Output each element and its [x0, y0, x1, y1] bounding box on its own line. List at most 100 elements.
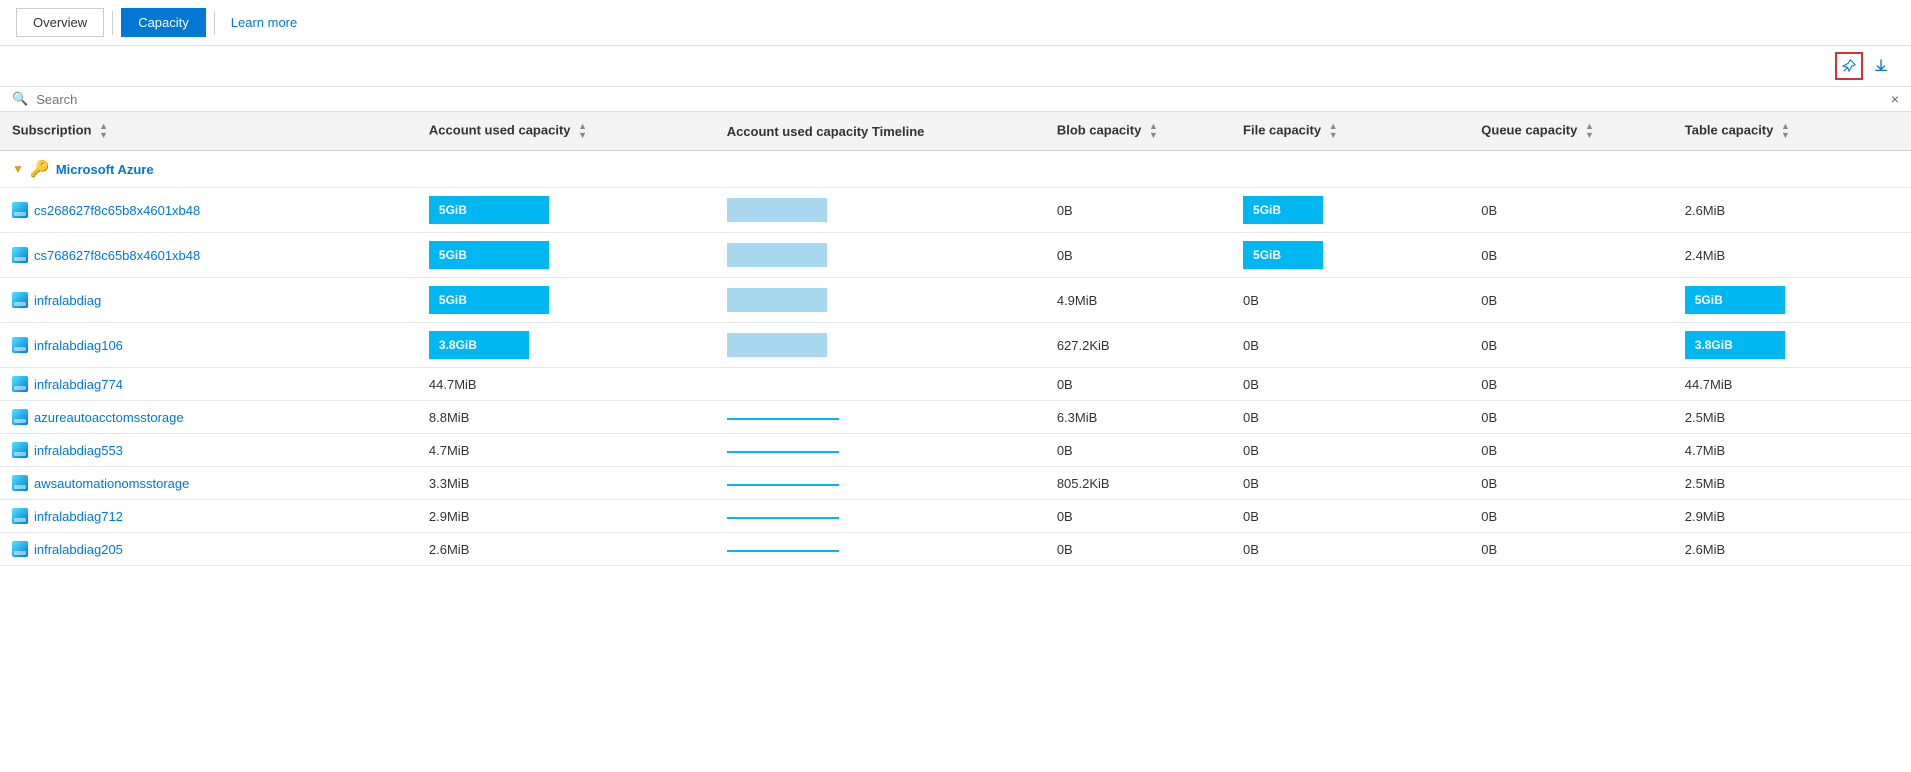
blob-capacity-cell: 0B — [1045, 500, 1231, 533]
queue-capacity-cell: 0B — [1469, 467, 1672, 500]
capacity-table: Subscription ▲▼ Account used capacity ▲▼… — [0, 112, 1911, 566]
queue-capacity-value: 0B — [1481, 410, 1497, 425]
sort-blob-capacity[interactable]: ▲▼ — [1149, 122, 1158, 140]
timeline-line — [727, 550, 839, 552]
queue-capacity-cell: 0B — [1469, 434, 1672, 467]
file-capacity-cell: 5GiB — [1231, 233, 1469, 278]
blob-capacity-value: 627.2KiB — [1057, 338, 1110, 353]
group-arrow-icon[interactable]: ▼ — [12, 162, 24, 176]
col-table-capacity[interactable]: Table capacity ▲▼ — [1673, 112, 1911, 151]
storage-account-icon — [12, 475, 28, 491]
learn-more-link[interactable]: Learn more — [223, 9, 305, 36]
account-used-capacity-cell: 2.6MiB — [417, 533, 715, 566]
resource-name[interactable]: cs268627f8c65b8x4601xb48 — [12, 202, 405, 218]
timeline-line-wrap — [727, 517, 867, 519]
file-capacity-bar: 5GiB — [1243, 241, 1323, 269]
file-capacity-cell: 0B — [1231, 368, 1469, 401]
download-button[interactable] — [1867, 52, 1895, 80]
resource-name[interactable]: cs768627f8c65b8x4601xb48 — [12, 247, 405, 263]
file-capacity-cell: 5GiB — [1231, 188, 1469, 233]
timeline-line — [727, 418, 839, 420]
search-input[interactable] — [36, 92, 1883, 107]
resource-name[interactable]: awsautomationomsstorage — [12, 475, 405, 491]
col-account-used-capacity[interactable]: Account used capacity ▲▼ — [417, 112, 715, 151]
resource-name[interactable]: infralabdiag712 — [12, 508, 405, 524]
timeline-bar-wrap — [727, 198, 867, 222]
file-capacity-value: 0B — [1243, 410, 1259, 425]
file-capacity-cell: 0B — [1231, 278, 1469, 323]
capacity-bar: 5GiB — [429, 196, 549, 224]
blob-capacity-cell: 4.9MiB — [1045, 278, 1231, 323]
queue-capacity-value: 0B — [1481, 377, 1497, 392]
blob-capacity-value: 0B — [1057, 203, 1073, 218]
timeline-bar-wrap — [727, 288, 867, 312]
table-row: infralabdiag106 3.8GiB 627.2KiB 0B0B 3.8GiB — [0, 323, 1911, 368]
capacity-value: 44.7MiB — [429, 377, 477, 392]
subscription-cell: cs268627f8c65b8x4601xb48 — [0, 188, 417, 233]
col-file-capacity[interactable]: File capacity ▲▼ — [1231, 112, 1469, 151]
resource-name-text: infralabdiag712 — [34, 509, 123, 524]
sort-account-used-capacity[interactable]: ▲▼ — [578, 122, 587, 140]
queue-capacity-value: 0B — [1481, 443, 1497, 458]
col-blob-capacity[interactable]: Blob capacity ▲▼ — [1045, 112, 1231, 151]
timeline-line-wrap — [727, 484, 867, 486]
timeline-cell — [715, 368, 1045, 401]
nav-divider-2 — [214, 11, 215, 35]
top-nav: Overview Capacity Learn more — [0, 0, 1911, 46]
storage-account-icon — [12, 247, 28, 263]
col-queue-capacity[interactable]: Queue capacity ▲▼ — [1469, 112, 1672, 151]
resource-name[interactable]: infralabdiag553 — [12, 442, 405, 458]
blob-capacity-value: 0B — [1057, 377, 1073, 392]
blob-capacity-value: 0B — [1057, 443, 1073, 458]
sort-file-capacity[interactable]: ▲▼ — [1329, 122, 1338, 140]
table-capacity-value: 2.6MiB — [1685, 203, 1725, 218]
group-label: ▼ 🔑 Microsoft Azure — [12, 159, 1899, 179]
col-subscription[interactable]: Subscription ▲▼ — [0, 112, 417, 151]
table-capacity-cell: 2.4MiB — [1673, 233, 1911, 278]
storage-account-icon — [12, 541, 28, 557]
sort-table-capacity[interactable]: ▲▼ — [1781, 122, 1790, 140]
resource-name[interactable]: azureautoacctomsstorage — [12, 409, 405, 425]
capacity-bar: 5GiB — [429, 241, 549, 269]
storage-account-icon — [12, 292, 28, 308]
pin-button[interactable] — [1835, 52, 1863, 80]
capacity-button[interactable]: Capacity — [121, 8, 206, 37]
col-account-used-capacity-timeline[interactable]: Account used capacity Timeline — [715, 112, 1045, 151]
blob-capacity-cell: 0B — [1045, 368, 1231, 401]
blob-capacity-value: 0B — [1057, 542, 1073, 557]
file-capacity-cell: 0B — [1231, 401, 1469, 434]
timeline-cell — [715, 323, 1045, 368]
timeline-cell — [715, 533, 1045, 566]
storage-account-icon — [12, 376, 28, 392]
capacity-bar: 3.8GiB — [429, 331, 529, 359]
blob-capacity-cell: 6.3MiB — [1045, 401, 1231, 434]
resource-name[interactable]: infralabdiag — [12, 292, 405, 308]
resource-name[interactable]: infralabdiag106 — [12, 337, 405, 353]
resource-name[interactable]: infralabdiag205 — [12, 541, 405, 557]
timeline-cell — [715, 188, 1045, 233]
resource-name[interactable]: infralabdiag774 — [12, 376, 405, 392]
file-capacity-cell: 0B — [1231, 467, 1469, 500]
nav-divider-1 — [112, 11, 113, 35]
search-clear-button[interactable]: × — [1891, 91, 1899, 107]
queue-capacity-value: 0B — [1481, 203, 1497, 218]
resource-name-text: awsautomationomsstorage — [34, 476, 189, 491]
storage-account-icon — [12, 508, 28, 524]
resource-name-text: infralabdiag774 — [34, 377, 123, 392]
overview-button[interactable]: Overview — [16, 8, 104, 37]
resource-name-text: infralabdiag553 — [34, 443, 123, 458]
sort-queue-capacity[interactable]: ▲▼ — [1585, 122, 1594, 140]
file-capacity-cell: 0B — [1231, 323, 1469, 368]
blob-capacity-cell: 627.2KiB — [1045, 323, 1231, 368]
table-capacity-value: 2.4MiB — [1685, 248, 1725, 263]
blob-capacity-cell: 0B — [1045, 233, 1231, 278]
table-row: cs768627f8c65b8x4601xb48 5GiB0B5GiB0B2.4… — [0, 233, 1911, 278]
table-capacity-cell: 3.8GiB — [1673, 323, 1911, 368]
blob-capacity-value: 0B — [1057, 248, 1073, 263]
sort-subscription[interactable]: ▲▼ — [99, 122, 108, 140]
table-capacity-bar: 3.8GiB — [1685, 331, 1785, 359]
table-capacity-cell: 5GiB — [1673, 278, 1911, 323]
storage-account-icon — [12, 337, 28, 353]
queue-capacity-cell: 0B — [1469, 323, 1672, 368]
timeline-cell — [715, 467, 1045, 500]
